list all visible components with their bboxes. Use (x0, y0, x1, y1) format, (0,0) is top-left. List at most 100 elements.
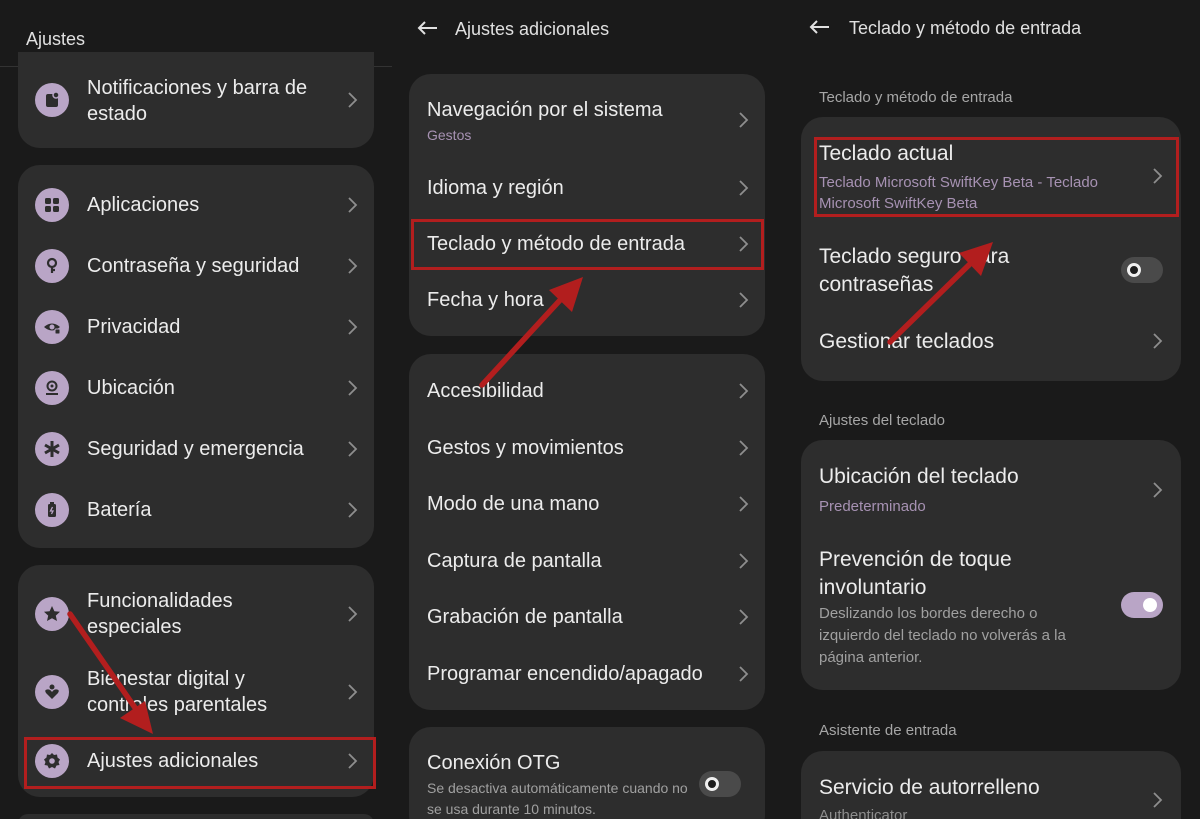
settings-item-manage-keyboards[interactable]: Gestionar teclados (801, 317, 1181, 373)
settings-item-autofill-service[interactable]: Servicio de autorrelleno Authenticator (801, 751, 1181, 819)
chevron-right-icon (348, 684, 358, 700)
highlight-box (24, 737, 376, 789)
settings-item-label: Prevención de toque involuntario (819, 548, 1012, 599)
page-title: Teclado y método de entrada (849, 18, 1082, 38)
settings-item-label: Funcionalidades especiales (87, 590, 233, 638)
settings-card-system: Navegación por el sistema Gestos Idioma … (409, 74, 765, 336)
secure-keyboard-toggle[interactable] (1121, 257, 1163, 283)
toggle-knob (1143, 598, 1157, 612)
chevron-right-icon (1153, 333, 1163, 349)
settings-item-label: Aplicaciones (87, 194, 200, 216)
chevron-right-icon (348, 197, 358, 213)
location-icon (35, 371, 69, 405)
notification-icon (35, 83, 69, 117)
chevron-right-icon (739, 666, 749, 682)
settings-item-label: Fecha y hora (427, 289, 544, 311)
page-title: Ajustes (26, 29, 86, 49)
settings-item-battery[interactable]: Batería (18, 480, 374, 541)
settings-item-screenshot[interactable]: Captura de pantalla (409, 533, 765, 589)
next-card-edge (18, 814, 374, 819)
privacy-eye-icon (35, 310, 69, 344)
settings-item-accidental-touch[interactable]: Prevención de toque involuntario Desliza… (801, 538, 1181, 686)
settings-item-subtitle: Gestos (427, 127, 472, 143)
settings-item-password-security[interactable]: Contraseña y seguridad (18, 236, 374, 297)
settings-item-secure-keyboard[interactable]: Teclado seguro para contraseñas (801, 227, 1181, 317)
settings-item-one-hand[interactable]: Modo de una mano (409, 476, 765, 532)
settings-item-special-features[interactable]: Funcionalidades especiales (18, 575, 374, 653)
settings-item-schedule-power[interactable]: Programar encendido/apagado (409, 646, 765, 702)
chevron-right-icon (739, 112, 749, 128)
settings-item-description: Se desactiva automáticamente cuando no s… (427, 780, 688, 817)
chevron-right-icon (348, 92, 358, 108)
chevron-right-icon (739, 440, 749, 456)
settings-item-label: Batería (87, 499, 152, 521)
settings-item-label: Bienestar digital y controles parentales (87, 668, 268, 716)
battery-icon (35, 493, 69, 527)
settings-item-description: Deslizando los bordes derecho o izquierd… (819, 605, 1066, 666)
otg-toggle[interactable] (699, 771, 741, 797)
chevron-right-icon (348, 380, 358, 396)
settings-item-system-navigation[interactable]: Navegación por el sistema Gestos (409, 86, 765, 158)
settings-item-label: Ubicación del teclado (819, 465, 1019, 488)
highlight-box (814, 137, 1179, 217)
chevron-right-icon (1153, 482, 1163, 498)
settings-item-language-region[interactable]: Idioma y región (409, 160, 765, 216)
star-icon (35, 597, 69, 631)
chevron-right-icon (739, 496, 749, 512)
accidental-touch-toggle[interactable] (1121, 592, 1163, 618)
settings-item-label: Conexión OTG (427, 752, 561, 774)
chevron-right-icon (739, 292, 749, 308)
chevron-right-icon (348, 441, 358, 457)
chevron-right-icon (348, 319, 358, 335)
settings-panel: Ajustes Notificaciones y barra de estado… (0, 0, 392, 819)
toggle-knob (705, 777, 719, 791)
apps-icon (35, 188, 69, 222)
settings-item-label: Modo de una mano (427, 493, 600, 515)
settings-item-label: Privacidad (87, 316, 181, 338)
settings-item-label: Notificaciones y barra de estado (87, 77, 308, 125)
chevron-right-icon (348, 258, 358, 274)
keyboard-input-panel: Teclado y método de entrada Teclado y mé… (784, 0, 1200, 819)
chevron-right-icon (739, 553, 749, 569)
settings-item-label: Ubicación (87, 377, 175, 399)
settings-item-otg[interactable]: Conexión OTG Se desactiva automáticament… (409, 727, 765, 819)
back-arrow-icon[interactable] (808, 19, 830, 35)
chevron-right-icon (739, 383, 749, 399)
settings-item-accessibility[interactable]: Accesibilidad (409, 363, 765, 419)
chevron-right-icon (739, 180, 749, 196)
settings-item-digital-wellbeing[interactable]: Bienestar digital y controles parentales (18, 653, 374, 731)
chevron-right-icon (348, 606, 358, 622)
settings-item-gestures[interactable]: Gestos y movimientos (409, 420, 765, 476)
settings-item-label: Captura de pantalla (427, 550, 602, 572)
wellbeing-icon (35, 675, 69, 709)
settings-item-date-time[interactable]: Fecha y hora (409, 272, 765, 328)
settings-item-screen-recording[interactable]: Grabación de pantalla (409, 589, 765, 645)
settings-item-keyboard-location[interactable]: Ubicación del teclado Predeterminado (801, 452, 1181, 538)
settings-item-label: Navegación por el sistema (427, 99, 663, 121)
settings-item-label: Idioma y región (427, 177, 564, 199)
settings-item-label: Gestos y movimientos (427, 437, 624, 459)
section-header: Teclado y método de entrada (819, 89, 1013, 106)
page-title: Ajustes adicionales (455, 19, 610, 39)
emergency-icon (35, 432, 69, 466)
settings-item-label: Grabación de pantalla (427, 606, 623, 628)
settings-card-accessibility: Accesibilidad Gestos y movimientos Modo … (409, 354, 765, 710)
settings-card-keyboard-settings: Ubicación del teclado Predeterminado Pre… (801, 440, 1181, 690)
settings-item-label: Contraseña y seguridad (87, 255, 300, 277)
settings-item-emergency[interactable]: Seguridad y emergencia (18, 419, 374, 480)
settings-item-notifications[interactable]: Notificaciones y barra de estado (18, 52, 374, 148)
back-arrow-icon[interactable] (416, 20, 438, 36)
section-header: Ajustes del teclado (819, 412, 945, 429)
settings-card-main: Aplicaciones Contraseña y seguridad Priv… (18, 165, 374, 548)
settings-item-label: Gestionar teclados (819, 330, 995, 353)
settings-item-apps[interactable]: Aplicaciones (18, 175, 374, 236)
settings-card-otg: Conexión OTG Se desactiva automáticament… (409, 727, 765, 819)
chevron-right-icon (348, 502, 358, 518)
settings-item-location[interactable]: Ubicación (18, 358, 374, 419)
settings-item-label: Accesibilidad (427, 380, 544, 402)
chevron-right-icon (1153, 792, 1163, 808)
toggle-knob (1127, 263, 1141, 277)
settings-item-privacy[interactable]: Privacidad (18, 297, 374, 358)
settings-item-label: Seguridad y emergencia (87, 438, 304, 460)
section-header: Asistente de entrada (819, 722, 957, 739)
